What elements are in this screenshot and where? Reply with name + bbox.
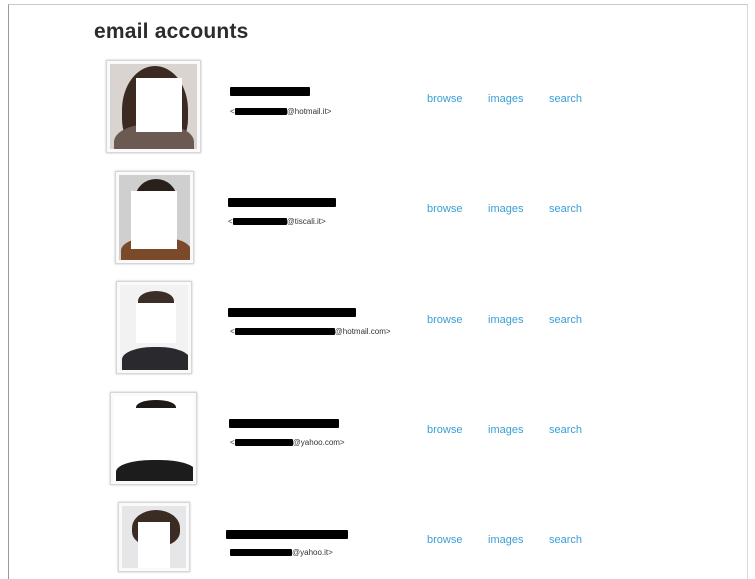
avatar[interactable]: [115, 171, 194, 264]
browse-link[interactable]: browse: [427, 203, 462, 215]
list-item: @yahoo.it> browse images search: [0, 0, 755, 572]
face-redaction: [126, 408, 184, 460]
search-link[interactable]: search: [549, 203, 582, 215]
email-prefix: <: [230, 327, 235, 336]
name-redaction: [226, 530, 348, 539]
browse-link[interactable]: browse: [427, 424, 462, 436]
email-address: @yahoo.it>: [230, 548, 333, 558]
browse-link[interactable]: browse: [427, 534, 462, 546]
email-prefix: <: [230, 438, 235, 447]
email-domain: @yahoo.com>: [292, 438, 345, 447]
name-redaction: [229, 419, 339, 428]
images-link[interactable]: images: [488, 203, 523, 215]
search-link[interactable]: search: [549, 424, 582, 436]
email-user-redaction: [230, 549, 292, 556]
avatar[interactable]: [116, 281, 192, 374]
name-redaction: [228, 308, 356, 317]
avatar[interactable]: [110, 392, 197, 485]
images-link[interactable]: images: [488, 424, 523, 436]
email-domain: @yahoo.it>: [292, 548, 333, 557]
email-address: < @yahoo.com>: [230, 438, 345, 448]
email-user-redaction: [234, 328, 335, 335]
avatar[interactable]: [118, 502, 190, 572]
face-redaction: [138, 522, 170, 568]
face-redaction: [136, 303, 176, 343]
images-link[interactable]: images: [488, 314, 523, 326]
images-link[interactable]: images: [488, 534, 523, 546]
name-redaction: [228, 198, 336, 207]
email-user-redaction: [234, 439, 293, 446]
search-link[interactable]: search: [549, 534, 582, 546]
face-redaction: [131, 191, 177, 249]
account-list: < @hotmail.it> browse images search < @tis…: [0, 0, 755, 572]
email-address: < @hotmail.com>: [230, 327, 391, 337]
browse-link[interactable]: browse: [427, 314, 462, 326]
search-link[interactable]: search: [549, 314, 582, 326]
email-domain: @tiscali.it>: [286, 217, 326, 226]
email-user-redaction: [232, 218, 287, 225]
email-domain: @hotmail.com>: [334, 327, 391, 336]
email-prefix: <: [228, 217, 233, 226]
email-address: < @tiscali.it>: [228, 217, 326, 227]
